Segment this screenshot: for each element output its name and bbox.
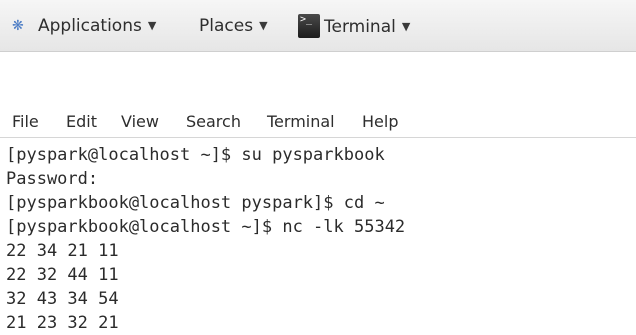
terminal-app-label: Terminal: [324, 17, 396, 37]
chevron-down-icon: ▼: [147, 19, 157, 32]
terminal-icon: [298, 14, 320, 38]
places-menu[interactable]: Places ▼: [199, 14, 268, 38]
top-panel: ❋ Applications ▼ Places ▼ Terminal ▼: [0, 0, 636, 52]
terminal-line: Password:: [6, 169, 99, 189]
terminal-menubar: File Edit View Search Terminal Help: [0, 104, 636, 138]
menu-edit[interactable]: Edit: [66, 112, 97, 131]
terminal-line: [pysparkbook@localhost pyspark]$ cd ~: [6, 193, 385, 213]
terminal-app-menu[interactable]: Terminal ▼: [298, 14, 410, 38]
terminal-line: 22 32 44 11: [6, 265, 119, 285]
menu-help[interactable]: Help: [362, 112, 398, 131]
menu-terminal[interactable]: Terminal: [267, 112, 335, 131]
menu-file[interactable]: File: [12, 112, 39, 131]
menu-search[interactable]: Search: [186, 112, 241, 131]
menu-view[interactable]: View: [121, 112, 159, 131]
applications-menu[interactable]: ❋ Applications ▼: [12, 14, 156, 38]
terminal-line: 22 34 21 11: [6, 241, 119, 261]
terminal-output[interactable]: [pyspark@localhost ~]$ su pysparkbook Pa…: [0, 139, 636, 333]
window-titlebar: [0, 52, 636, 104]
chevron-down-icon: ▼: [401, 20, 411, 33]
terminal-line: 21 23 32 21: [6, 313, 119, 333]
applications-label: Applications: [38, 16, 142, 36]
terminal-line: [pyspark@localhost ~]$ su pysparkbook: [6, 145, 385, 165]
terminal-line: [pysparkbook@localhost ~]$ nc -lk 55342: [6, 217, 406, 237]
chevron-down-icon: ▼: [259, 19, 268, 32]
applications-icon: ❋: [12, 18, 24, 34]
places-label: Places: [199, 16, 254, 36]
terminal-line: 32 43 34 54: [6, 289, 119, 309]
